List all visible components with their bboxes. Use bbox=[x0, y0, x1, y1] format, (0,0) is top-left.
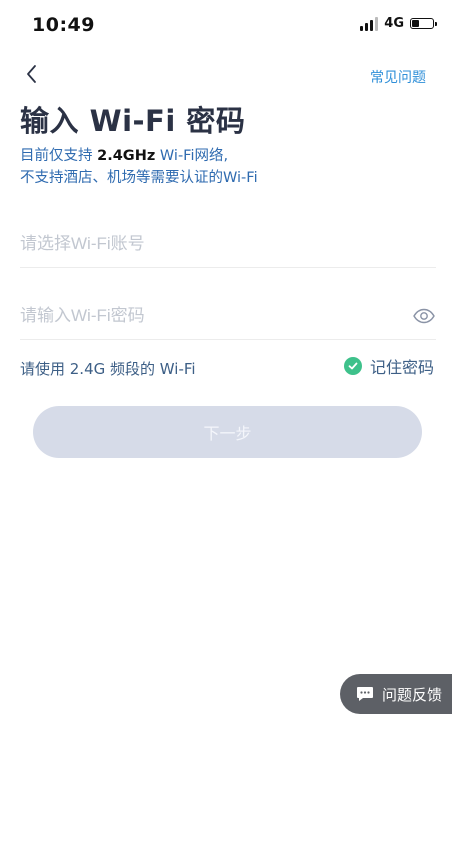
subtitle-line2: 不支持酒店、机场等需要认证的Wi-Fi bbox=[20, 170, 258, 186]
chevron-left-icon bbox=[27, 65, 36, 83]
page-subtitle: 目前仅支持 2.4GHz Wi-Fi网络, 不支持酒店、机场等需要认证的Wi-F… bbox=[20, 145, 420, 189]
password-field bbox=[20, 292, 436, 340]
battery-icon bbox=[410, 18, 437, 29]
status-indicators: 4G bbox=[360, 16, 437, 31]
feedback-label: 问题反馈 bbox=[382, 685, 443, 704]
ssid-field bbox=[20, 220, 436, 268]
password-input[interactable] bbox=[20, 305, 380, 326]
eye-icon[interactable] bbox=[412, 304, 436, 328]
ssid-input[interactable] bbox=[20, 233, 380, 254]
subtitle-band: 2.4GHz bbox=[97, 148, 156, 164]
remember-password-label: 记住密码 bbox=[369, 358, 434, 377]
network-type: 4G bbox=[384, 16, 404, 31]
next-button[interactable]: 下一步 bbox=[33, 406, 422, 458]
back-button[interactable] bbox=[20, 62, 44, 86]
subtitle-prefix: 目前仅支持 bbox=[20, 148, 98, 164]
feedback-button[interactable]: 问题反馈 bbox=[340, 674, 452, 714]
page-title: 输入 Wi-Fi 密码 bbox=[20, 104, 246, 138]
band-hint: 请使用 2.4G 频段的 Wi-Fi bbox=[20, 360, 196, 378]
remember-password-toggle[interactable]: 记住密码 bbox=[343, 354, 434, 378]
check-icon bbox=[343, 357, 362, 375]
status-time: 10:49 bbox=[32, 14, 95, 36]
subtitle-suffix: Wi-Fi网络, bbox=[155, 148, 229, 164]
signal-icon bbox=[360, 16, 379, 31]
faq-link[interactable]: 常见问题 bbox=[370, 67, 426, 87]
chat-icon bbox=[357, 687, 373, 701]
